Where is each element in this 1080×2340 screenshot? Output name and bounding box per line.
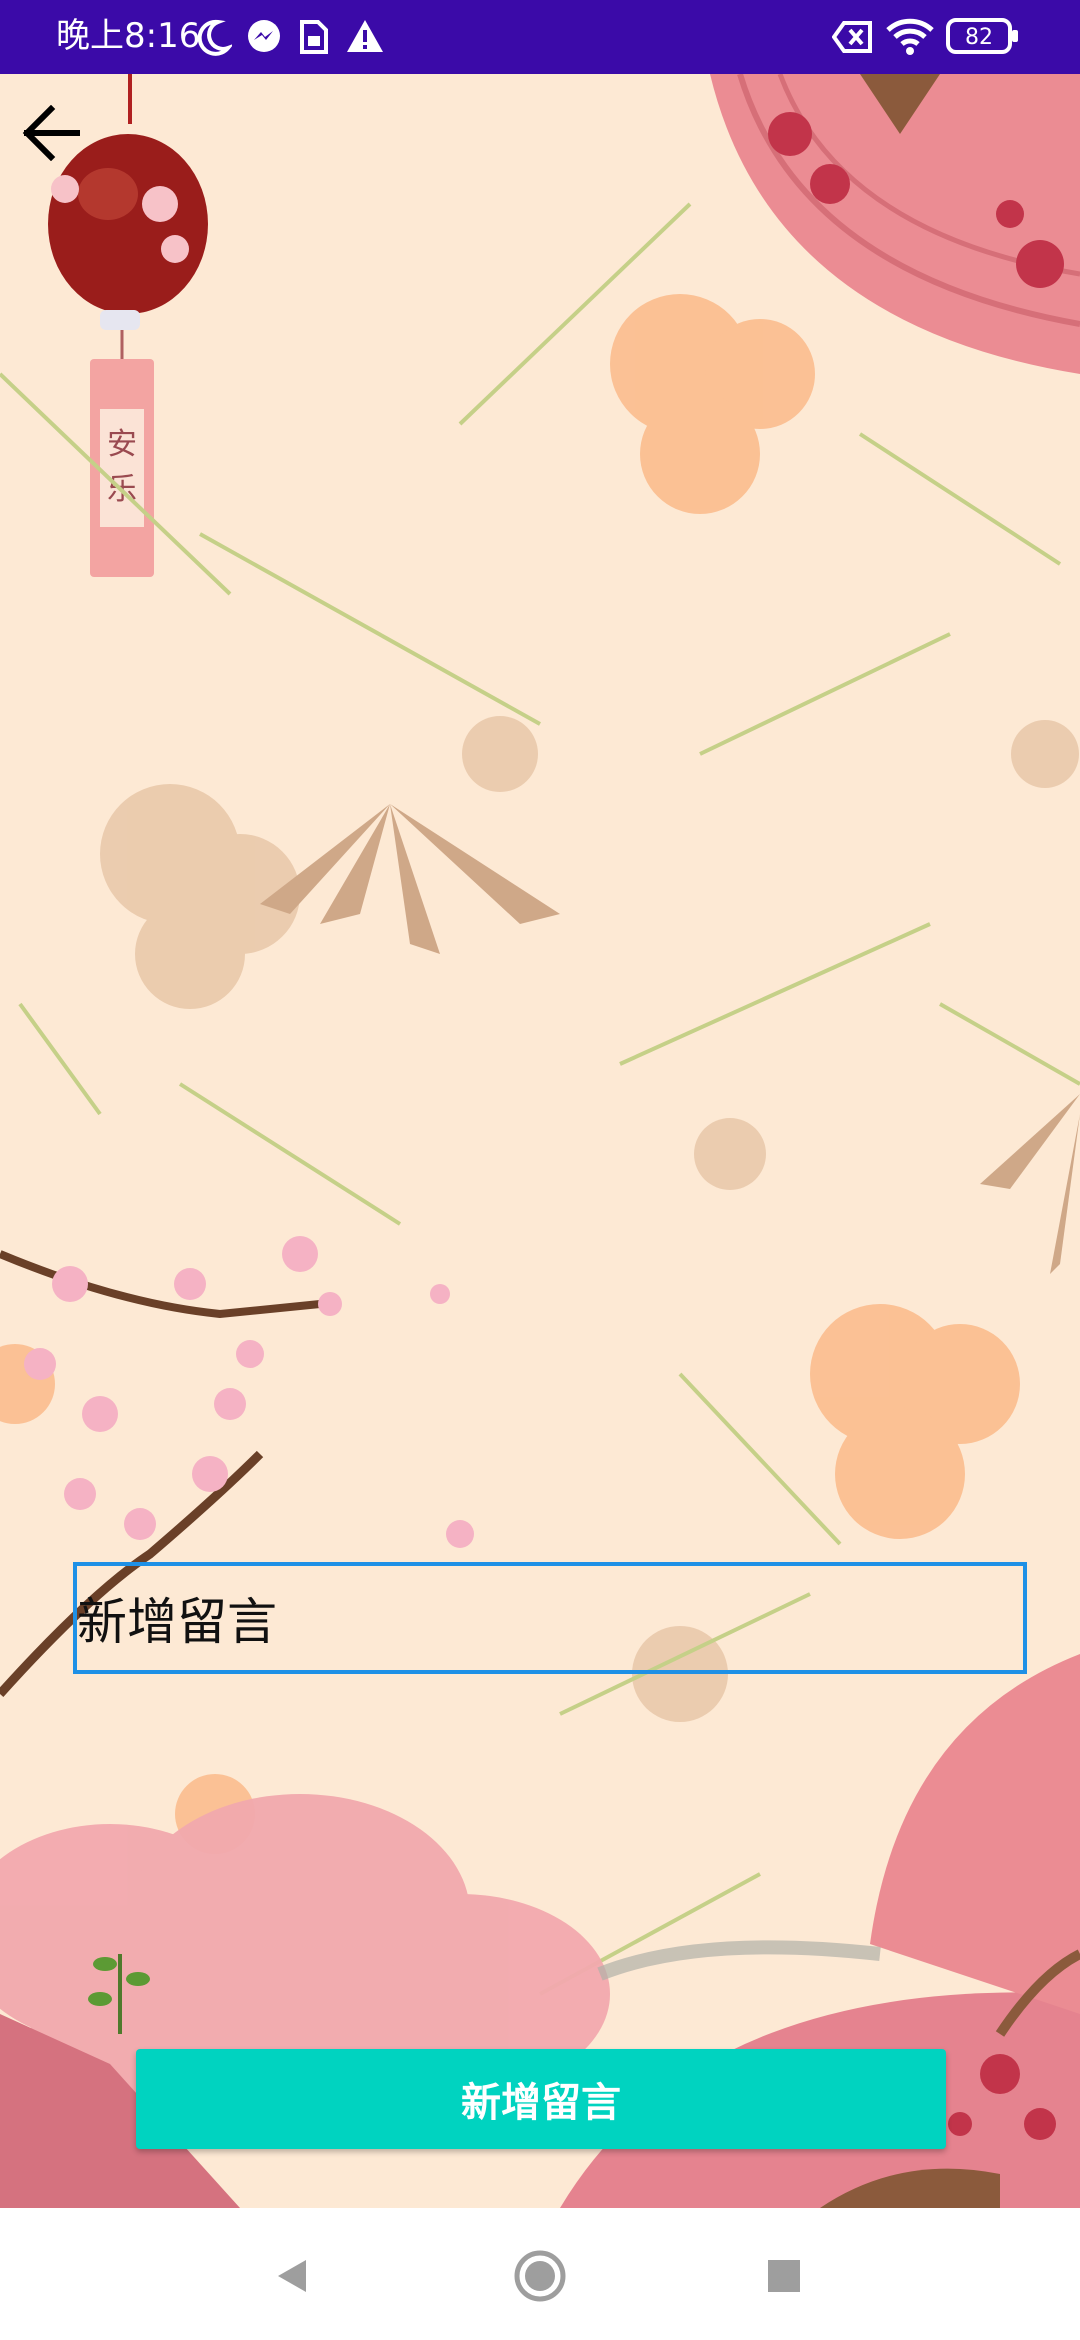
nav-back-button[interactable] [262, 2246, 322, 2306]
warning-icon [346, 18, 384, 58]
message-screen: 安 乐 新增留言 新增留言 [0, 74, 1080, 2208]
navigation-bar [0, 2208, 1080, 2340]
bamboo-leaf-decoration [260, 804, 1080, 1274]
wifi-icon [886, 18, 934, 60]
add-message-button[interactable]: 新增留言 [136, 2049, 946, 2149]
back-button[interactable] [16, 98, 86, 168]
sim-icon [298, 18, 330, 60]
message-input[interactable] [77, 1566, 1023, 1670]
background-illustration: 安 乐 [0, 74, 1080, 2208]
nav-home-button[interactable] [510, 2246, 570, 2306]
back-triangle-icon [278, 2260, 306, 2292]
svg-text:安: 安 [107, 427, 137, 462]
arrow-left-icon [22, 105, 80, 161]
home-circle-icon [514, 2250, 566, 2302]
messenger-icon [246, 18, 282, 60]
recents-square-icon [768, 2260, 800, 2292]
battery-icon: 82 [946, 16, 1020, 60]
message-input-box[interactable] [73, 1562, 1027, 1674]
status-bar: 晚上8:16 82 [0, 0, 1080, 74]
status-time: 晚上8:16 [56, 16, 201, 56]
moon-icon [196, 18, 235, 60]
battery-level: 82 [965, 25, 993, 50]
no-sim-icon [831, 18, 874, 60]
nav-recents-button[interactable] [754, 2246, 814, 2306]
